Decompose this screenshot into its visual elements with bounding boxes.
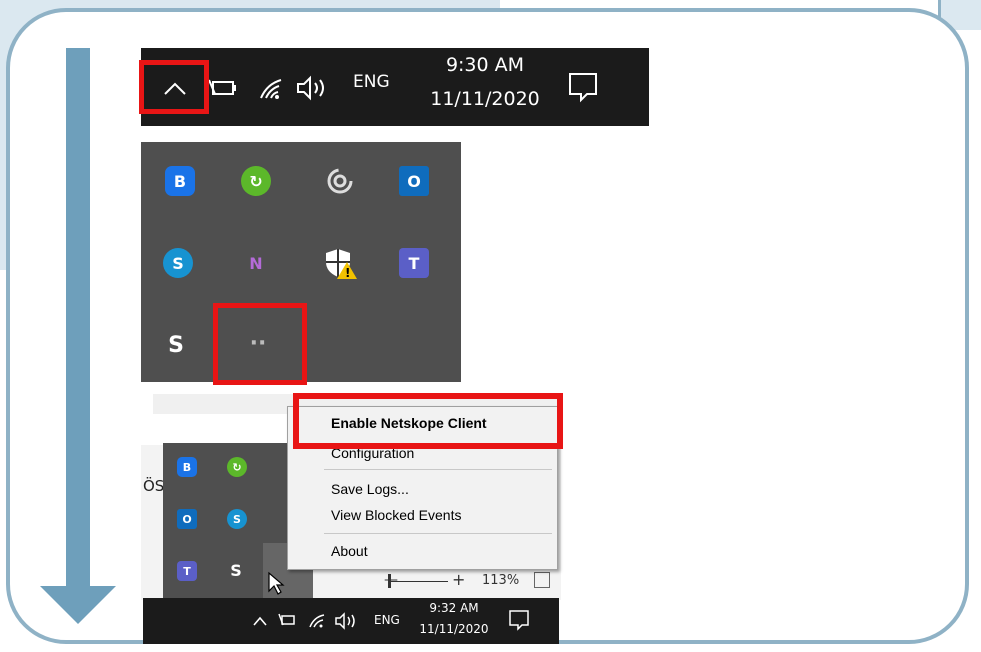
sync-icon[interactable]: ↻ bbox=[241, 166, 271, 196]
menu-separator bbox=[324, 533, 552, 534]
menu-item-view-blocked-events[interactable]: View Blocked Events bbox=[331, 507, 461, 523]
volume-icon[interactable] bbox=[294, 74, 334, 106]
teams-icon[interactable]: T bbox=[177, 561, 197, 581]
notification-icon bbox=[569, 73, 597, 103]
bluetooth-glyph: B bbox=[182, 460, 192, 474]
zoom-slider-track[interactable] bbox=[390, 581, 448, 582]
clock-time[interactable]: 9:32 AM bbox=[415, 601, 493, 615]
down-arrow-shaft bbox=[66, 48, 90, 588]
menu-item-save-logs[interactable]: Save Logs... bbox=[331, 481, 409, 497]
taskbar-top: ENG 9:30 AM 11/11/2020 bbox=[141, 48, 649, 126]
zoom-slider-thumb[interactable] bbox=[388, 574, 391, 588]
skype-glyph: S bbox=[233, 512, 241, 526]
clock-date[interactable]: 11/11/2020 bbox=[423, 88, 547, 110]
highlight-netskope-icon bbox=[213, 303, 307, 385]
skype-glyph: S bbox=[172, 253, 184, 273]
signal-s-glyph: S bbox=[230, 560, 242, 580]
sync-icon[interactable]: ↻ bbox=[227, 457, 247, 477]
language-indicator[interactable]: ENG bbox=[353, 72, 390, 92]
highlight-enable-netskope bbox=[293, 393, 563, 449]
signal-s-glyph: S bbox=[168, 332, 184, 358]
skype-icon[interactable]: S bbox=[163, 248, 193, 278]
menu-item-about[interactable]: About bbox=[331, 543, 368, 559]
battery-icon[interactable] bbox=[205, 76, 239, 104]
sync-glyph: ↻ bbox=[232, 460, 242, 474]
bluetooth-icon[interactable]: B bbox=[165, 166, 195, 196]
outlook-glyph: O bbox=[182, 512, 192, 526]
wifi-icon[interactable] bbox=[307, 612, 327, 630]
taskbar-bottom: ENG 9:32 AM 11/11/2020 bbox=[143, 598, 559, 644]
signal-s-icon[interactable]: S bbox=[225, 559, 247, 581]
sync-glyph: ↻ bbox=[249, 171, 263, 191]
down-arrow-head bbox=[40, 586, 116, 624]
outlook-glyph: O bbox=[407, 171, 421, 191]
teams-icon[interactable]: T bbox=[399, 248, 429, 278]
battery-icon[interactable] bbox=[277, 612, 299, 628]
onenote-clip-glyph: N bbox=[249, 253, 263, 273]
highlight-chevron bbox=[139, 60, 209, 114]
volume-icon[interactable] bbox=[333, 611, 359, 631]
zoom-level[interactable]: 113% bbox=[482, 573, 519, 588]
wifi-icon[interactable] bbox=[257, 76, 287, 106]
document-partial-text: ÖS bbox=[143, 477, 165, 495]
zoom-in-button[interactable]: + bbox=[452, 570, 465, 589]
defender-warning-icon[interactable]: ! bbox=[323, 246, 357, 284]
menu-separator bbox=[324, 469, 552, 470]
clock-date[interactable]: 11/11/2020 bbox=[415, 622, 493, 636]
signal-s-icon[interactable]: S bbox=[161, 330, 191, 360]
onenote-clip-icon[interactable]: N bbox=[241, 248, 271, 278]
notification-icon[interactable] bbox=[507, 608, 531, 632]
outlook-icon[interactable]: O bbox=[399, 166, 429, 196]
zoom-slider-left[interactable]: — bbox=[384, 572, 398, 588]
signal-swirl-icon[interactable] bbox=[325, 166, 355, 200]
mouse-cursor-icon bbox=[268, 571, 285, 595]
action-center-button[interactable] bbox=[565, 70, 601, 108]
svg-text:!: ! bbox=[345, 266, 350, 280]
outlook-icon[interactable]: O bbox=[177, 509, 197, 529]
fit-page-icon[interactable] bbox=[534, 572, 550, 588]
teams-glyph: T bbox=[183, 564, 191, 578]
language-indicator[interactable]: ENG bbox=[374, 613, 400, 627]
skype-icon[interactable]: S bbox=[227, 509, 247, 529]
clock-time[interactable]: 9:30 AM bbox=[435, 54, 535, 76]
zoom-controls: — + 113% bbox=[378, 570, 558, 594]
bluetooth-glyph: B bbox=[173, 171, 187, 191]
tray-overflow-popup-small: B ↻ O S T S bbox=[163, 443, 313, 598]
chevron-up-icon[interactable] bbox=[251, 612, 269, 630]
teams-glyph: T bbox=[408, 253, 420, 273]
bluetooth-icon[interactable]: B bbox=[177, 457, 197, 477]
